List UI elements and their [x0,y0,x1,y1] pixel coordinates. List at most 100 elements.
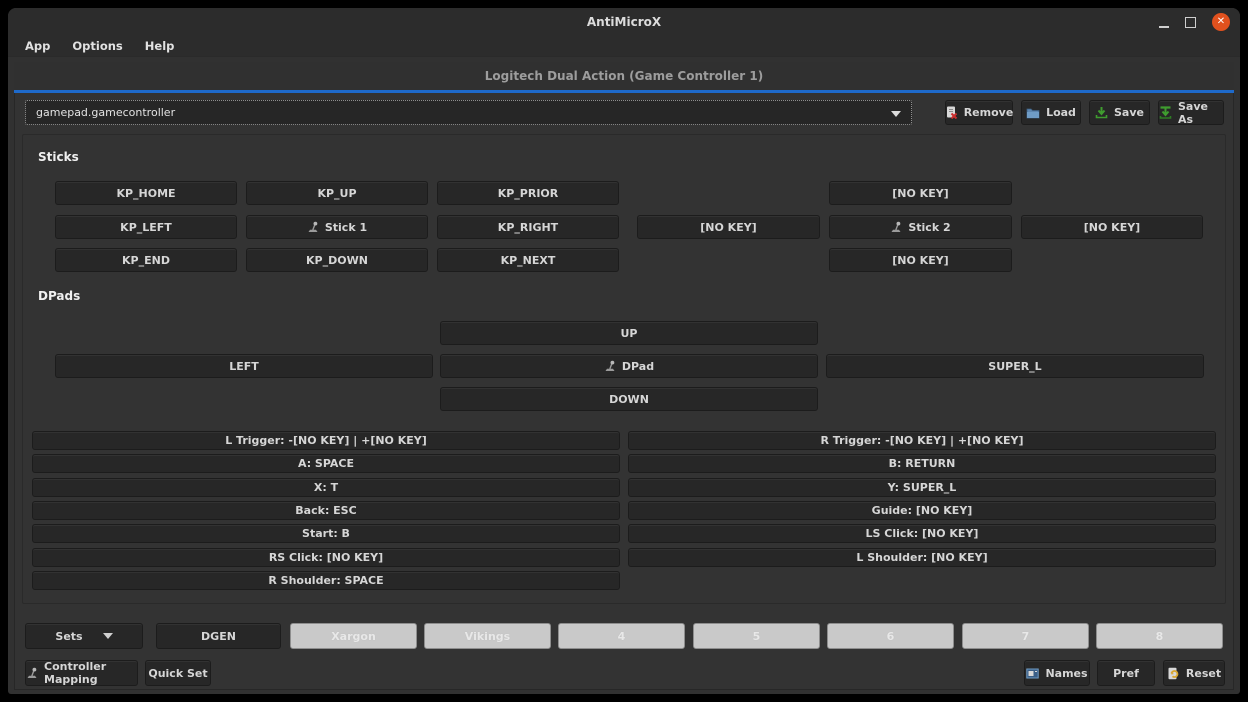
set-tab-4[interactable]: 4 [558,623,685,649]
screenshot-root: AntiMicroX ✕ App Options Help Logitech D… [0,0,1248,702]
stick1-down-right-button[interactable]: KP_NEXT [437,248,619,272]
save-as-button[interactable]: Save As [1158,100,1224,125]
save-button[interactable]: Save [1089,100,1150,125]
stick2-up-button[interactable]: [NO KEY] [829,181,1012,205]
save-icon [1095,106,1108,119]
stick1-right-label: KP_RIGHT [498,221,558,234]
l-trigger-label: L Trigger: -[NO KEY] | +[NO KEY] [225,434,427,447]
ls-click-label: LS Click: [NO KEY] [866,527,979,540]
stick1-down-left-button[interactable]: KP_END [55,248,237,272]
joystick-icon [604,360,616,372]
sets-menu-button[interactable]: Sets [25,623,143,649]
minimize-button[interactable] [1159,17,1169,28]
menu-options[interactable]: Options [63,37,131,55]
r-trigger-label: R Trigger: -[NO KEY] | +[NO KEY] [820,434,1023,447]
menu-app[interactable]: App [16,37,59,55]
dpad-right-button[interactable]: SUPER_L [826,354,1204,378]
x-button-label: X: T [314,481,338,494]
names-icon [1026,668,1039,679]
dpad-up-label: UP [621,327,638,340]
y-button[interactable]: Y: SUPER_L [628,478,1216,497]
set-tab-8[interactable]: 8 [1096,623,1223,649]
stick1-up-button[interactable]: KP_UP [246,181,428,205]
a-button[interactable]: A: SPACE [32,454,620,473]
stick2-center-button[interactable]: Stick 2 [829,215,1012,239]
r-shoulder-button[interactable]: R Shoulder: SPACE [32,571,620,590]
reset-icon [1167,667,1180,680]
stick1-up-left-button[interactable]: KP_HOME [55,181,237,205]
controller-tab[interactable]: Logitech Dual Action (Game Controller 1) [14,62,1234,93]
back-button[interactable]: Back: ESC [32,501,620,520]
controller-mapping-button[interactable]: Controller Mapping [25,660,138,686]
b-button[interactable]: B: RETURN [628,454,1216,473]
joystick-icon [26,667,38,679]
dpad-down-button[interactable]: DOWN [440,387,818,411]
set-tab-1[interactable]: DGEN [156,623,281,649]
stick1-down-label: KP_DOWN [306,254,368,267]
dpad-center-button[interactable]: DPad [440,354,818,378]
joystick-icon [307,221,319,233]
dpad-left-button[interactable]: LEFT [55,354,433,378]
set-tab-5[interactable]: 5 [693,623,820,649]
window-title: AntiMicroX [8,8,1240,36]
close-button[interactable]: ✕ [1212,13,1230,31]
quick-set-button[interactable]: Quick Set [145,660,211,686]
ls-click-button[interactable]: LS Click: [NO KEY] [628,524,1216,543]
profile-combobox-value: gamepad.gamecontroller [36,106,175,119]
set-tab-5-label: 5 [753,630,761,643]
set-tab-2[interactable]: Xargon [290,623,417,649]
set-tab-6[interactable]: 6 [827,623,954,649]
stick2-right-button[interactable]: [NO KEY] [1021,215,1203,239]
stick2-left-button[interactable]: [NO KEY] [637,215,820,239]
back-button-label: Back: ESC [295,504,356,517]
menu-bar: App Options Help [8,36,1240,57]
guide-button[interactable]: Guide: [NO KEY] [628,501,1216,520]
quick-set-label: Quick Set [148,667,207,680]
load-button[interactable]: Load [1021,100,1081,125]
menu-help[interactable]: Help [136,37,184,55]
save-as-button-label: Save As [1178,100,1223,126]
remove-button[interactable]: Remove [945,100,1013,125]
pref-label: Pref [1113,667,1139,680]
stick1-right-button[interactable]: KP_RIGHT [437,215,619,239]
dpad-up-button[interactable]: UP [440,321,818,345]
maximize-button[interactable] [1185,17,1196,28]
stick1-up-right-label: KP_PRIOR [498,187,559,200]
x-button[interactable]: X: T [32,478,620,497]
stick1-left-label: KP_LEFT [120,221,172,234]
save-button-label: Save [1114,106,1144,119]
stick2-down-button[interactable]: [NO KEY] [829,248,1012,272]
stick1-down-button[interactable]: KP_DOWN [246,248,428,272]
l-trigger-button[interactable]: L Trigger: -[NO KEY] | +[NO KEY] [32,431,620,450]
reset-button[interactable]: Reset [1163,660,1225,686]
stick2-down-label: [NO KEY] [892,254,948,267]
window-controls: ✕ [1159,8,1230,36]
r-trigger-button[interactable]: R Trigger: -[NO KEY] | +[NO KEY] [628,431,1216,450]
names-button[interactable]: Names [1024,660,1090,686]
remove-profile-icon [945,106,958,119]
stick1-down-left-label: KP_END [122,254,170,267]
open-folder-icon [1026,107,1040,119]
set-tab-3[interactable]: Vikings [424,623,551,649]
rs-click-label: RS Click: [NO KEY] [269,551,383,564]
rs-click-button[interactable]: RS Click: [NO KEY] [32,548,620,567]
set-tab-7[interactable]: 7 [962,623,1089,649]
save-as-icon [1159,106,1172,119]
set-tab-1-label: DGEN [201,630,236,643]
stick2-up-label: [NO KEY] [892,187,948,200]
pref-button[interactable]: Pref [1097,660,1155,686]
remove-button-label: Remove [964,106,1014,119]
dpad-down-label: DOWN [609,393,649,406]
start-button[interactable]: Start: B [32,524,620,543]
l-shoulder-button[interactable]: L Shoulder: [NO KEY] [628,548,1216,567]
stick1-center-label: Stick 1 [325,221,367,234]
stick1-left-button[interactable]: KP_LEFT [55,215,237,239]
y-button-label: Y: SUPER_L [888,481,957,494]
profile-combobox[interactable]: gamepad.gamecontroller [25,100,912,125]
stick1-center-button[interactable]: Stick 1 [246,215,428,239]
set-tab-6-label: 6 [887,630,895,643]
controller-mapping-label: Controller Mapping [44,660,137,686]
set-tab-8-label: 8 [1156,630,1164,643]
stick1-up-right-button[interactable]: KP_PRIOR [437,181,619,205]
start-button-label: Start: B [302,527,350,540]
